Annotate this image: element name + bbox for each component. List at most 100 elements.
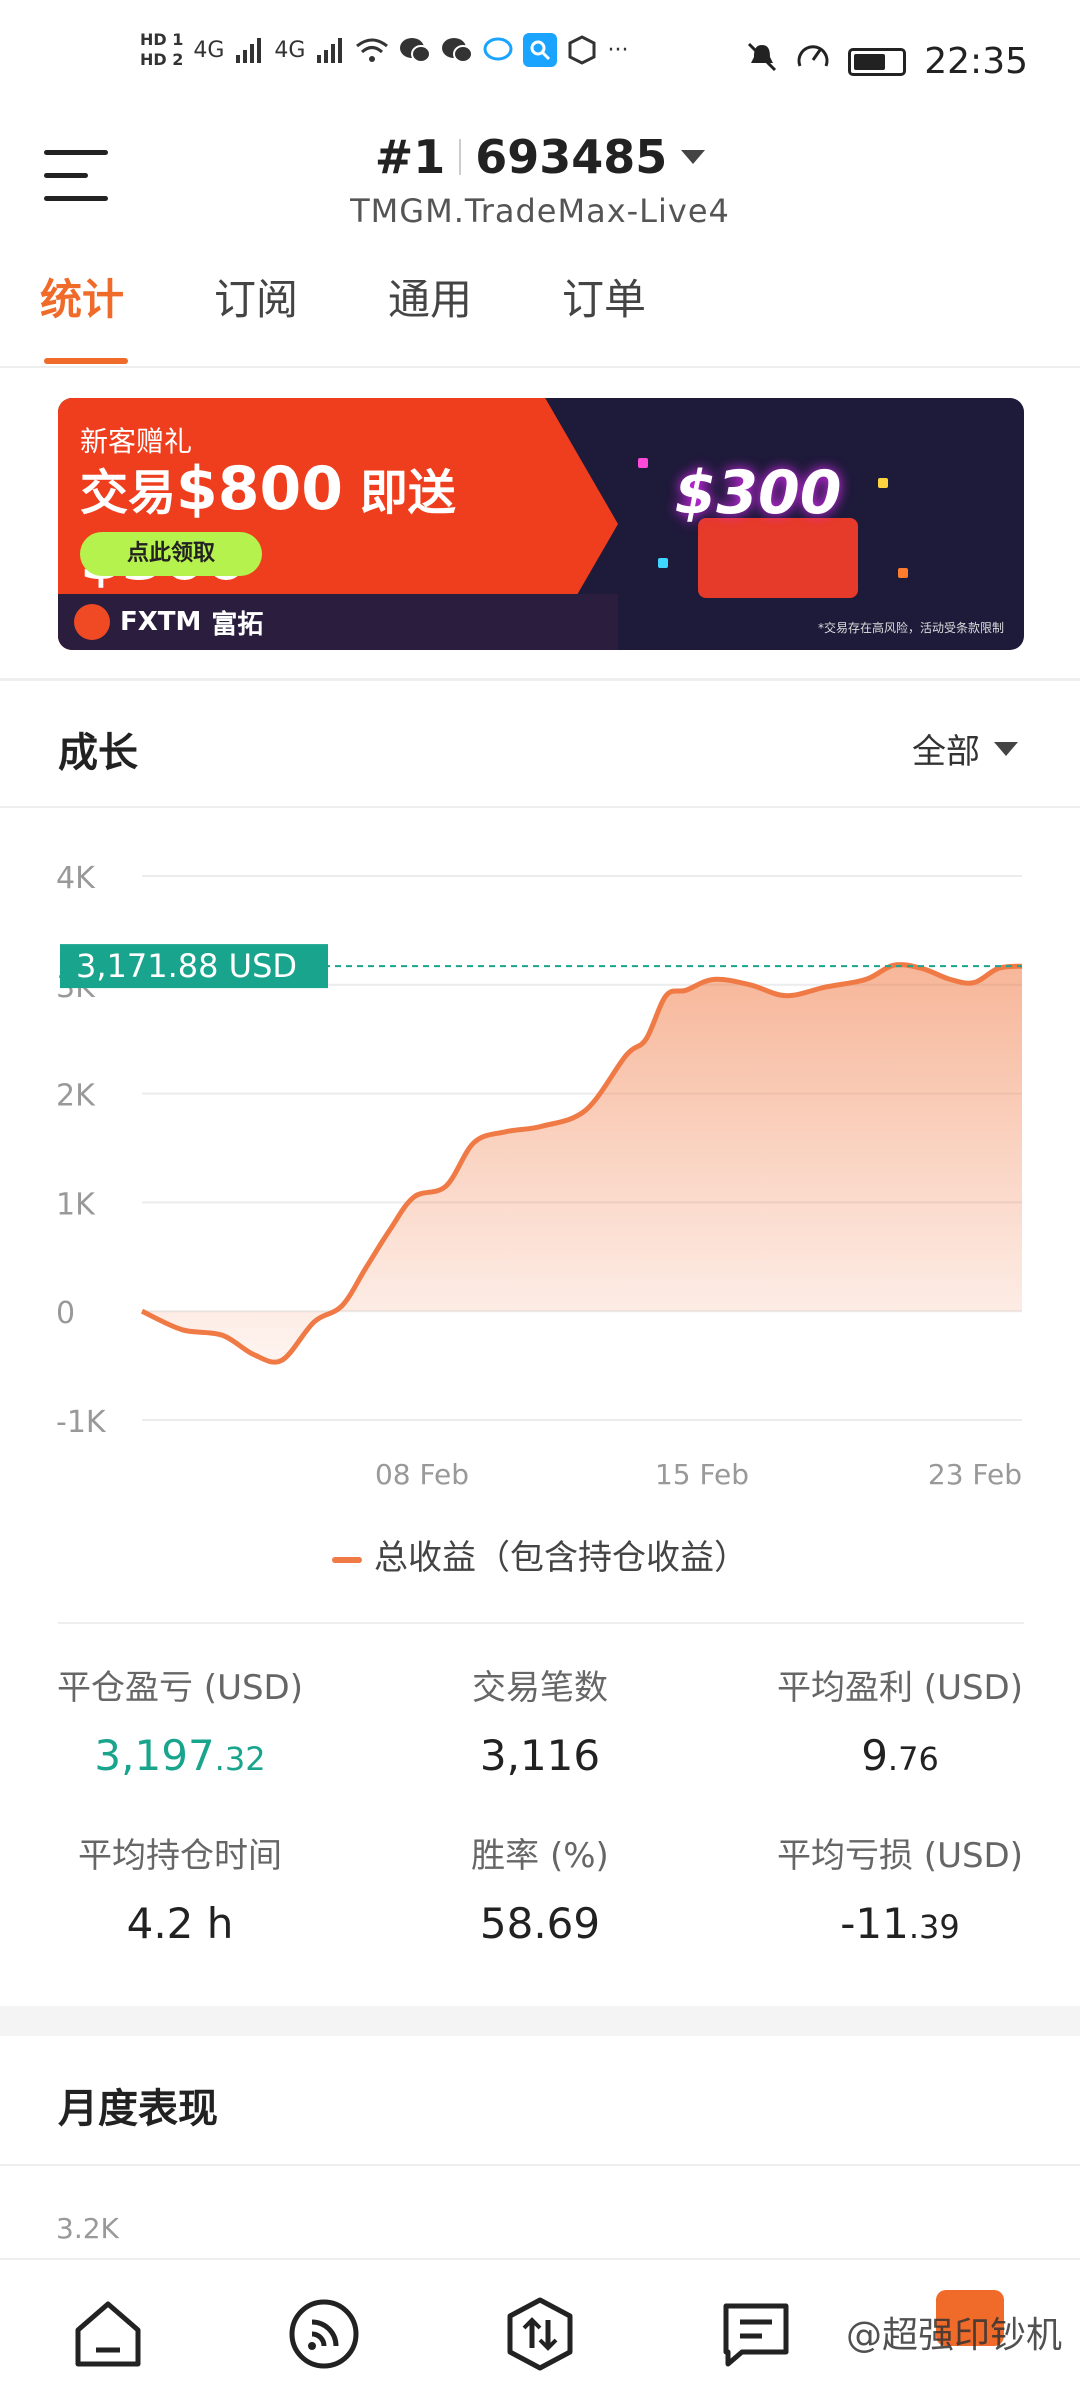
stat-value-dec: .39: [908, 1908, 960, 1946]
wechat-icon-2: [441, 36, 474, 64]
stat-value: 9.76: [720, 1731, 1080, 1780]
stat-value-int: 3,116: [479, 1731, 601, 1780]
watermark: @超强印钞机: [845, 2315, 1062, 2356]
stat-value-dec: .76: [887, 1740, 939, 1778]
confetti-icon: [898, 568, 908, 578]
chart-legend: 总收益（包含持仓收益）: [0, 1530, 1080, 1579]
stat-value: 58.69: [360, 1899, 720, 1948]
growth-chart[interactable]: 4K3K2K1K0-1K08 Feb15 Feb23 Feb3,171.88 U…: [0, 820, 1080, 1490]
status-left: HD 1 HD 2 4G 4G ···: [140, 30, 628, 70]
y-tick-label: 2K: [56, 1079, 96, 1114]
account-server: TMGM.TradeMax-Live4: [350, 192, 730, 230]
series-area: [142, 964, 1022, 1363]
y-tick-label: 4K: [56, 861, 96, 896]
banner-gift-amount: $300: [674, 458, 842, 528]
banner-headline-prefix: 交易: [80, 465, 177, 521]
tab-divider: [0, 366, 1080, 368]
confetti-icon: [878, 478, 888, 488]
range-filter-label: 全部: [912, 732, 980, 772]
status-right: 22:35: [746, 40, 1028, 83]
account-rank: #1: [374, 130, 446, 184]
banner-brand-cn: 富拓: [211, 609, 264, 640]
stat-trade-count: 交易笔数 3,116: [360, 1660, 720, 1780]
stat-value: 4.2 h: [0, 1899, 360, 1948]
gift-box-icon: [698, 518, 858, 598]
account-line[interactable]: #1 693485: [375, 130, 706, 184]
stat-value-dec: .32: [214, 1740, 266, 1778]
x-tick-label: 23 Feb: [928, 1458, 1022, 1490]
stat-win-rate: 胜率 (%) 58.69: [360, 1828, 720, 1948]
account-id: 693485: [475, 130, 668, 184]
y-tick-label: -1K: [56, 1405, 107, 1440]
monthly-title: 月度表现: [58, 2086, 218, 2132]
mute-icon: [746, 41, 778, 82]
battery-icon: [848, 47, 907, 76]
range-filter[interactable]: 全部: [912, 724, 1018, 773]
stat-label: 交易笔数: [472, 1668, 608, 1708]
network-4g-label-2: 4G: [274, 37, 306, 63]
chevron-down-icon: [994, 741, 1018, 756]
wifi-icon: [355, 36, 389, 64]
banner-disclaimer: *交易存在高风险，活动受条款限制: [817, 621, 1004, 635]
hd-indicator: HD 1 HD 2: [140, 30, 183, 70]
network-4g-label: 4G: [193, 37, 225, 63]
status-bar: HD 1 HD 2 4G 4G ··· 22:35: [0, 0, 1080, 120]
stat-label: 平均亏损 (USD): [777, 1836, 1023, 1876]
stat-closed-pnl: 平仓盈亏 (USD) 3,197.32: [0, 1660, 360, 1780]
signal-icon-2: [315, 37, 345, 63]
stat-value: 3,116: [360, 1731, 720, 1780]
hd-2-label: HD 2: [140, 50, 184, 69]
account-separator: [459, 139, 462, 175]
fxtm-logo-icon: [74, 604, 110, 640]
banner-headline-mid: 即送: [359, 465, 456, 521]
banner-brand-row: FXTM 富拓: [58, 594, 618, 650]
stat-label: 胜率 (%): [471, 1836, 609, 1876]
y-tick-label: 0: [56, 1296, 75, 1331]
stat-value-int: 58.69: [479, 1899, 601, 1948]
stat-value-int: 9: [861, 1731, 888, 1780]
message-icon[interactable]: [718, 2296, 794, 2372]
x-tick-label: 15 Feb: [655, 1458, 749, 1490]
search-app-icon: [523, 33, 558, 67]
x-tick-label: 08 Feb: [375, 1458, 469, 1490]
signal-icon: [234, 37, 264, 63]
legend-label: 总收益（包含持仓收益）: [374, 1538, 748, 1578]
stat-label: 平仓盈亏 (USD): [57, 1668, 303, 1708]
stat-avg-profit: 平均盈利 (USD) 9.76: [720, 1660, 1080, 1780]
stat-avg-hold-time: 平均持仓时间 4.2 h: [0, 1828, 360, 1948]
stat-label: 平均盈利 (USD): [777, 1668, 1023, 1708]
promo-banner[interactable]: 新客赠礼 交易$800 即送$300 点此领取 FXTM 富拓 $300 *交易…: [58, 398, 1024, 650]
tab-subscribe[interactable]: 订阅: [214, 270, 388, 366]
tab-orders[interactable]: 订单: [562, 270, 736, 366]
tab-general[interactable]: 通用: [388, 270, 562, 366]
y-tick-label: 1K: [56, 1187, 96, 1222]
stat-value: -11.39: [720, 1899, 1080, 1948]
hand-icon: [567, 35, 597, 65]
speed-icon: [796, 40, 830, 83]
banner-amount-1: $800: [176, 454, 344, 524]
stat-avg-loss: 平均亏损 (USD) -11.39: [720, 1828, 1080, 1948]
current-value-label: 3,171.88 USD: [76, 947, 297, 985]
confetti-icon: [638, 458, 648, 468]
account-selector[interactable]: #1 693485 TMGM.TradeMax-Live4: [0, 130, 1080, 230]
chat-icon: [483, 36, 513, 64]
confetti-icon: [658, 558, 668, 568]
tab-statistics[interactable]: 统计: [40, 270, 214, 366]
stat-value-int: -11: [840, 1899, 909, 1948]
clock: 22:35: [924, 41, 1028, 82]
growth-title: 成长: [58, 730, 138, 776]
banner-brand: FXTM: [120, 607, 202, 637]
trade-icon[interactable]: [502, 2296, 578, 2372]
banner-divider: [0, 678, 1080, 681]
stat-value-int: 4.2 h: [126, 1899, 234, 1948]
home-icon[interactable]: [70, 2296, 146, 2372]
stat-value: 3,197.32: [0, 1731, 360, 1780]
legend-divider: [58, 1622, 1024, 1624]
tab-bar: 统计 订阅 通用 订单: [40, 270, 736, 366]
chevron-down-icon[interactable]: [681, 150, 706, 164]
growth-divider: [0, 806, 1080, 808]
signal-feed-icon[interactable]: [286, 2296, 362, 2372]
banner-cta-button[interactable]: 点此领取: [80, 532, 262, 576]
more-indicator: ···: [607, 37, 629, 63]
monthly-y-tick: 3.2K: [56, 2212, 119, 2245]
